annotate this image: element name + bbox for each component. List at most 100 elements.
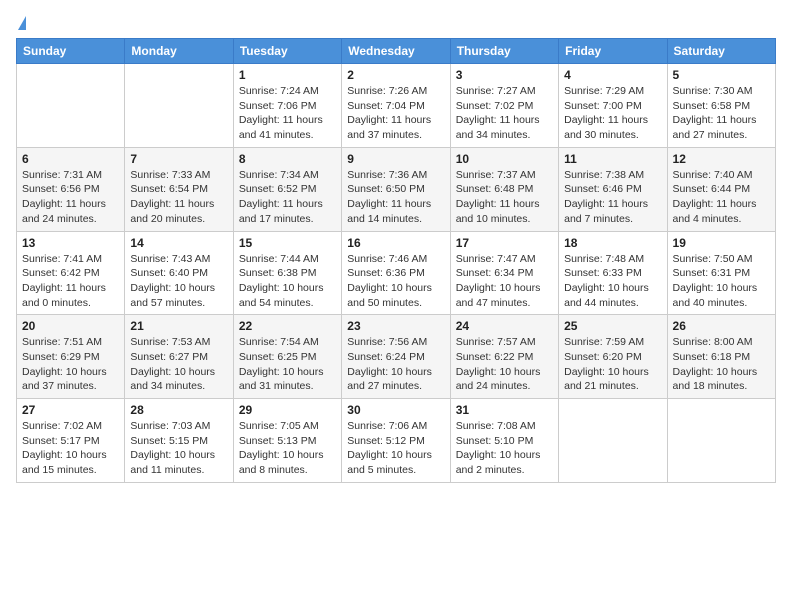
day-info: Sunrise: 7:08 AMSunset: 5:10 PMDaylight:…	[456, 419, 553, 478]
day-number: 12	[673, 152, 770, 166]
weekday-header: Saturday	[667, 39, 775, 64]
weekday-header: Wednesday	[342, 39, 450, 64]
calendar-cell: 14Sunrise: 7:43 AMSunset: 6:40 PMDayligh…	[125, 231, 233, 315]
calendar-cell: 27 Sunrise: 7:02 AMSunset: 5:17 PMDayligh…	[17, 399, 125, 483]
calendar-cell	[559, 399, 667, 483]
day-number: 8	[239, 152, 336, 166]
day-number: 10	[456, 152, 553, 166]
day-info: Sunrise: 7:59 AMSunset: 6:20 PMDaylight:…	[564, 335, 661, 394]
day-info: Sunrise: 7:40 AMSunset: 6:44 PMDaylight:…	[673, 168, 770, 227]
day-info: Sunrise: 7:27 AMSunset: 7:02 PMDaylight:…	[456, 84, 553, 143]
day-number: 25	[564, 319, 661, 333]
day-number: 3	[456, 68, 553, 82]
day-number: 24	[456, 319, 553, 333]
day-number: 19	[673, 236, 770, 250]
calendar-cell: 12 Sunrise: 7:40 AMSunset: 6:44 PMDayligh…	[667, 147, 775, 231]
day-info: Sunrise: 7:46 AMSunset: 6:36 PMDaylight:…	[347, 252, 444, 311]
day-number: 31	[456, 403, 553, 417]
day-number: 20	[22, 319, 119, 333]
logo-icon	[18, 16, 26, 30]
calendar-cell: 11Sunrise: 7:38 AMSunset: 6:46 PMDayligh…	[559, 147, 667, 231]
calendar-cell: 16 Sunrise: 7:46 AMSunset: 6:36 PMDayligh…	[342, 231, 450, 315]
calendar-week-row: 13 Sunrise: 7:41 AMSunset: 6:42 PMDayligh…	[17, 231, 776, 315]
weekday-header: Friday	[559, 39, 667, 64]
day-number: 26	[673, 319, 770, 333]
day-number: 22	[239, 319, 336, 333]
day-info: Sunrise: 7:26 AMSunset: 7:04 PMDaylight:…	[347, 84, 444, 143]
calendar-cell: 24 Sunrise: 7:57 AMSunset: 6:22 PMDayligh…	[450, 315, 558, 399]
day-info: Sunrise: 7:51 AMSunset: 6:29 PMDaylight:…	[22, 335, 119, 394]
day-number: 5	[673, 68, 770, 82]
day-number: 17	[456, 236, 553, 250]
day-info: Sunrise: 7:47 AMSunset: 6:34 PMDaylight:…	[456, 252, 553, 311]
day-info: Sunrise: 7:06 AMSunset: 5:12 PMDaylight:…	[347, 419, 444, 478]
day-info: Sunrise: 7:34 AMSunset: 6:52 PMDaylight:…	[239, 168, 336, 227]
day-number: 16	[347, 236, 444, 250]
weekday-header: Thursday	[450, 39, 558, 64]
day-info: Sunrise: 7:03 AMSunset: 5:15 PMDaylight:…	[130, 419, 227, 478]
calendar-cell: 10 Sunrise: 7:37 AMSunset: 6:48 PMDayligh…	[450, 147, 558, 231]
calendar-cell: 26 Sunrise: 8:00 AMSunset: 6:18 PMDayligh…	[667, 315, 775, 399]
calendar-cell: 7 Sunrise: 7:33 AMSunset: 6:54 PMDaylight…	[125, 147, 233, 231]
day-info: Sunrise: 7:05 AMSunset: 5:13 PMDaylight:…	[239, 419, 336, 478]
calendar-cell	[17, 64, 125, 148]
calendar-cell: 17 Sunrise: 7:47 AMSunset: 6:34 PMDayligh…	[450, 231, 558, 315]
calendar-cell: 15 Sunrise: 7:44 AMSunset: 6:38 PMDayligh…	[233, 231, 341, 315]
day-info: Sunrise: 7:33 AMSunset: 6:54 PMDaylight:…	[130, 168, 227, 227]
calendar-cell: 22 Sunrise: 7:54 AMSunset: 6:25 PMDayligh…	[233, 315, 341, 399]
calendar-week-row: 20 Sunrise: 7:51 AMSunset: 6:29 PMDayligh…	[17, 315, 776, 399]
day-number: 23	[347, 319, 444, 333]
day-info: Sunrise: 7:36 AMSunset: 6:50 PMDaylight:…	[347, 168, 444, 227]
calendar-cell: 5 Sunrise: 7:30 AMSunset: 6:58 PMDaylight…	[667, 64, 775, 148]
weekday-header: Monday	[125, 39, 233, 64]
day-number: 28	[130, 403, 227, 417]
day-number: 6	[22, 152, 119, 166]
calendar-header-row: SundayMondayTuesdayWednesdayThursdayFrid…	[17, 39, 776, 64]
day-number: 15	[239, 236, 336, 250]
day-info: Sunrise: 7:29 AMSunset: 7:00 PMDaylight:…	[564, 84, 661, 143]
day-number: 21	[130, 319, 227, 333]
day-info: Sunrise: 7:37 AMSunset: 6:48 PMDaylight:…	[456, 168, 553, 227]
calendar-cell: 13 Sunrise: 7:41 AMSunset: 6:42 PMDayligh…	[17, 231, 125, 315]
day-info: Sunrise: 7:57 AMSunset: 6:22 PMDaylight:…	[456, 335, 553, 394]
calendar-cell: 3 Sunrise: 7:27 AMSunset: 7:02 PMDaylight…	[450, 64, 558, 148]
day-number: 7	[130, 152, 227, 166]
calendar-cell: 29 Sunrise: 7:05 AMSunset: 5:13 PMDayligh…	[233, 399, 341, 483]
calendar-cell	[125, 64, 233, 148]
day-info: Sunrise: 7:38 AMSunset: 6:46 PMDaylight:…	[564, 168, 661, 227]
calendar-week-row: 1 Sunrise: 7:24 AMSunset: 7:06 PMDaylight…	[17, 64, 776, 148]
calendar-cell: 30 Sunrise: 7:06 AMSunset: 5:12 PMDayligh…	[342, 399, 450, 483]
day-info: Sunrise: 7:50 AMSunset: 6:31 PMDaylight:…	[673, 252, 770, 311]
calendar-week-row: 6Sunrise: 7:31 AMSunset: 6:56 PMDaylight…	[17, 147, 776, 231]
day-info: Sunrise: 7:24 AMSunset: 7:06 PMDaylight:…	[239, 84, 336, 143]
day-number: 2	[347, 68, 444, 82]
day-number: 9	[347, 152, 444, 166]
day-number: 27	[22, 403, 119, 417]
day-number: 30	[347, 403, 444, 417]
calendar-cell: 19 Sunrise: 7:50 AMSunset: 6:31 PMDayligh…	[667, 231, 775, 315]
calendar-table: SundayMondayTuesdayWednesdayThursdayFrid…	[16, 38, 776, 483]
weekday-header: Tuesday	[233, 39, 341, 64]
day-info: Sunrise: 7:44 AMSunset: 6:38 PMDaylight:…	[239, 252, 336, 311]
calendar-cell	[667, 399, 775, 483]
calendar-cell: 8 Sunrise: 7:34 AMSunset: 6:52 PMDaylight…	[233, 147, 341, 231]
calendar-cell: 9 Sunrise: 7:36 AMSunset: 6:50 PMDaylight…	[342, 147, 450, 231]
day-info: Sunrise: 8:00 AMSunset: 6:18 PMDaylight:…	[673, 335, 770, 394]
calendar-cell: 31 Sunrise: 7:08 AMSunset: 5:10 PMDayligh…	[450, 399, 558, 483]
day-number: 29	[239, 403, 336, 417]
calendar-cell: 6Sunrise: 7:31 AMSunset: 6:56 PMDaylight…	[17, 147, 125, 231]
day-number: 1	[239, 68, 336, 82]
day-info: Sunrise: 7:30 AMSunset: 6:58 PMDaylight:…	[673, 84, 770, 143]
calendar-cell: 2 Sunrise: 7:26 AMSunset: 7:04 PMDaylight…	[342, 64, 450, 148]
day-info: Sunrise: 7:43 AMSunset: 6:40 PMDaylight:…	[130, 252, 227, 311]
day-info: Sunrise: 7:02 AMSunset: 5:17 PMDaylight:…	[22, 419, 119, 478]
calendar-cell: 18Sunrise: 7:48 AMSunset: 6:33 PMDayligh…	[559, 231, 667, 315]
day-number: 18	[564, 236, 661, 250]
day-info: Sunrise: 7:56 AMSunset: 6:24 PMDaylight:…	[347, 335, 444, 394]
day-info: Sunrise: 7:54 AMSunset: 6:25 PMDaylight:…	[239, 335, 336, 394]
day-info: Sunrise: 7:41 AMSunset: 6:42 PMDaylight:…	[22, 252, 119, 311]
day-number: 13	[22, 236, 119, 250]
logo	[16, 16, 26, 30]
calendar-cell: 4Sunrise: 7:29 AMSunset: 7:00 PMDaylight…	[559, 64, 667, 148]
weekday-header: Sunday	[17, 39, 125, 64]
